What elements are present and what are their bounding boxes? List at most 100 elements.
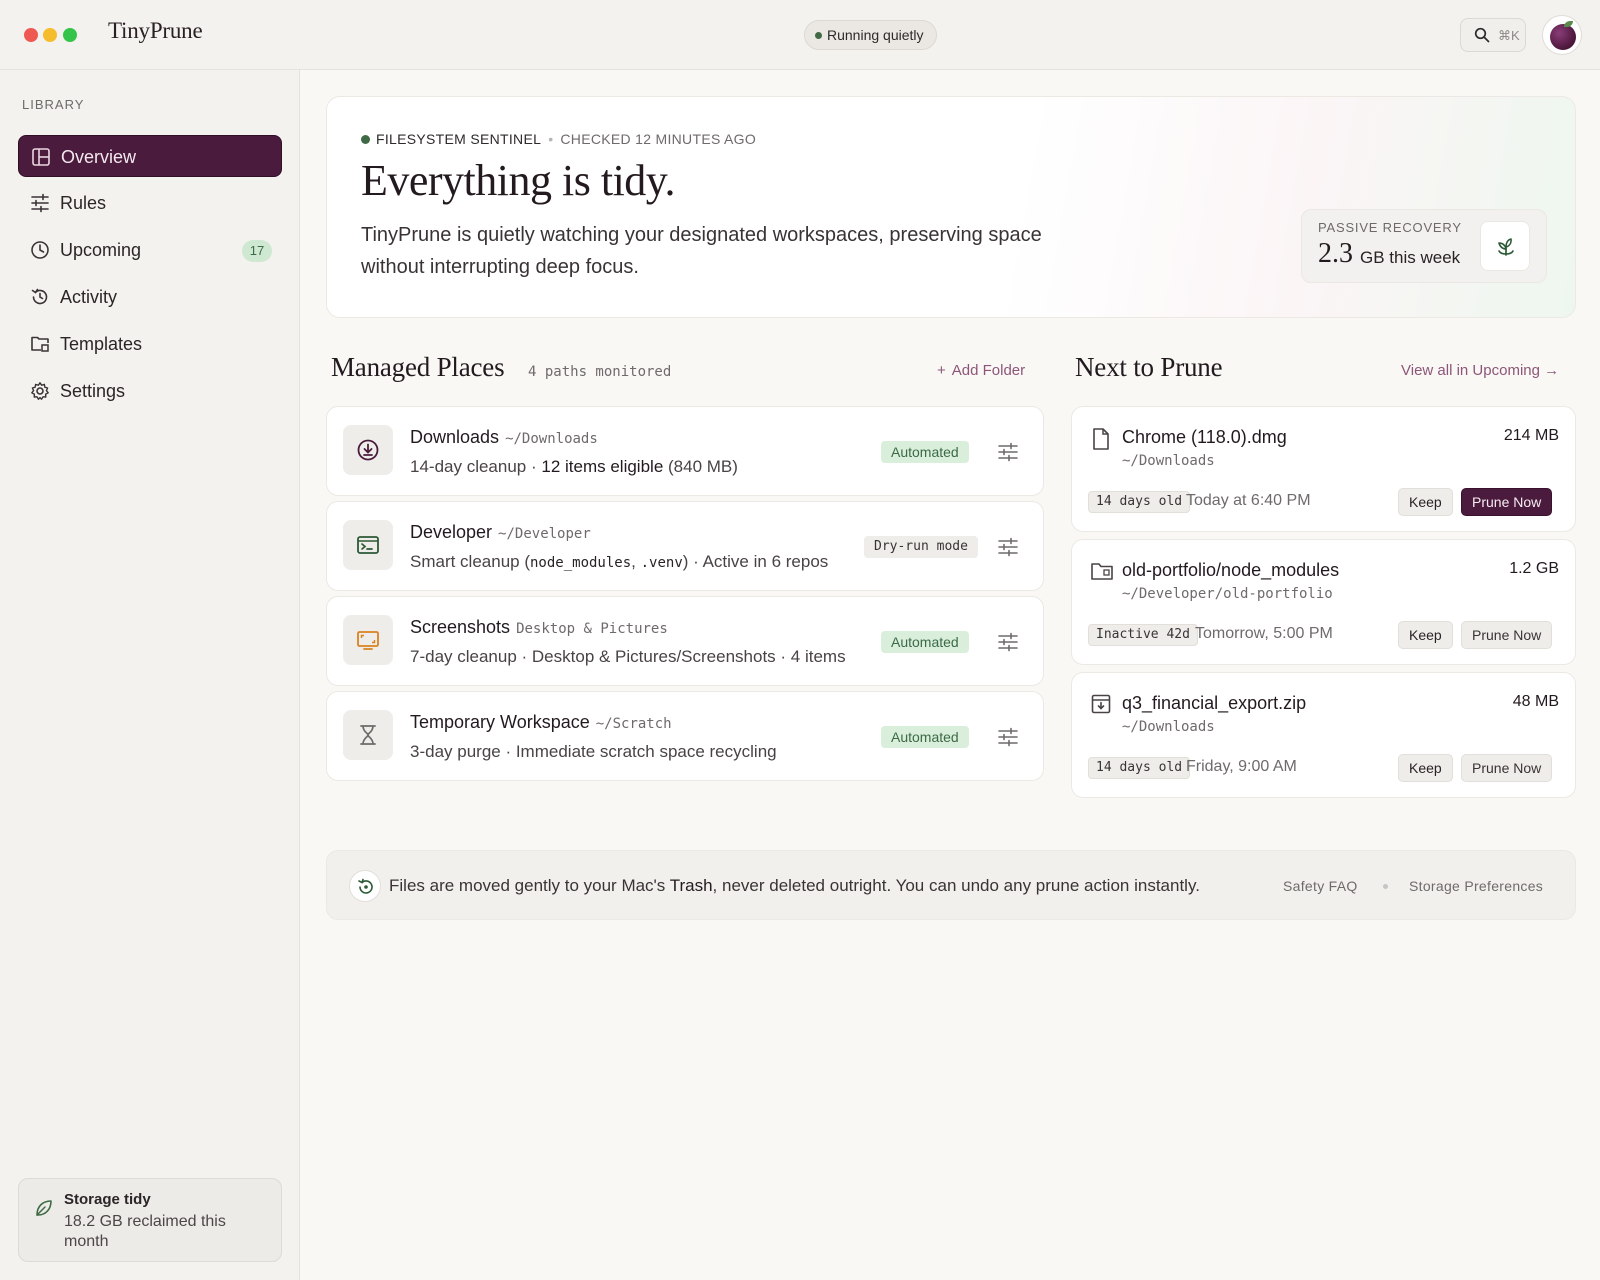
safety-banner: Files are moved gently to your Mac's Tra… bbox=[326, 850, 1576, 920]
place-name: Developer ~/Developer bbox=[410, 522, 591, 542]
title-bar: TinyPrune Running quietly ⌘K bbox=[0, 0, 1600, 70]
prune-item-schedule: Today at 6:40 PM bbox=[1186, 492, 1311, 509]
plus-icon: + bbox=[937, 362, 946, 379]
archive-icon bbox=[1091, 694, 1111, 714]
place-name: Temporary Workspace ~/Scratch bbox=[410, 712, 672, 732]
place-path: ~/Downloads bbox=[505, 431, 598, 447]
status-dot bbox=[361, 135, 370, 144]
sidebar-item-label: Upcoming bbox=[60, 240, 142, 260]
status-hero-card: FILESYSTEM SENTINEL • CHECKED 12 MINUTES A… bbox=[326, 96, 1576, 318]
status-badge: Dry-run mode bbox=[864, 536, 978, 558]
managed-place-developer[interactable]: Developer ~/Developer Smart cleanup (node… bbox=[326, 501, 1044, 591]
storage-summary-card: Storage tidy 18.2 GB reclaimed this mont… bbox=[18, 1178, 282, 1262]
add-folder-label: Add Folder bbox=[951, 362, 1026, 379]
prune-item-size: 214 MB bbox=[1503, 427, 1559, 444]
prune-now-button[interactable]: Prune Now bbox=[1461, 754, 1553, 782]
status-badge: Automated bbox=[881, 631, 969, 653]
view-all-upcoming-link[interactable]: View all in Upcoming → bbox=[1401, 362, 1559, 379]
prune-item-schedule: Friday, 9:00 AM bbox=[1186, 758, 1297, 775]
tune-icon[interactable] bbox=[997, 536, 1019, 558]
sidebar-item-activity[interactable]: Activity bbox=[18, 276, 282, 318]
screenshot-icon bbox=[343, 615, 393, 665]
gear-icon bbox=[31, 382, 49, 400]
sidebar-item-templates[interactable]: Templates bbox=[18, 323, 282, 365]
keep-button[interactable]: Keep bbox=[1398, 621, 1453, 649]
keep-button[interactable]: Keep bbox=[1398, 488, 1453, 516]
download-icon bbox=[343, 425, 393, 475]
prune-now-button[interactable]: Prune Now bbox=[1461, 488, 1553, 516]
prune-item-size: 1.2 GB bbox=[1509, 560, 1559, 577]
status-badge: Automated bbox=[881, 726, 969, 748]
place-path: ~/Scratch bbox=[595, 716, 672, 732]
place-description: 14-day cleanup · 12 items eligible (840 … bbox=[410, 457, 738, 476]
prune-item-age: Inactive 42d bbox=[1088, 624, 1198, 646]
separator-dot bbox=[1383, 884, 1388, 889]
managed-places-title: Managed Places bbox=[331, 352, 505, 382]
sprout-icon bbox=[1498, 238, 1514, 256]
keep-button[interactable]: Keep bbox=[1398, 754, 1453, 782]
prune-item-path: ~/Developer/old-portfolio bbox=[1122, 586, 1333, 602]
place-path: ~/Developer bbox=[498, 526, 591, 542]
sidebar-item-label: Overview bbox=[61, 147, 137, 167]
search-shortcut: ⌘K bbox=[1498, 28, 1520, 43]
hero-eyebrow: FILESYSTEM SENTINEL • CHECKED 12 MINUTES A… bbox=[361, 131, 756, 147]
restore-icon bbox=[349, 870, 381, 902]
prune-item-schedule: Tomorrow, 5:00 PM bbox=[1195, 625, 1333, 642]
leaf-icon bbox=[36, 1200, 52, 1216]
zoom-window-button[interactable] bbox=[63, 28, 77, 42]
status-badge: Automated bbox=[881, 441, 969, 463]
managed-place-temporary-workspace[interactable]: Temporary Workspace ~/Scratch 3-day purge… bbox=[326, 691, 1044, 781]
hero-description: TinyPrune is quietly watching your desig… bbox=[361, 224, 1042, 278]
recovery-unit: GB this week bbox=[1360, 248, 1461, 267]
prune-item-name: Chrome (118.0).dmg bbox=[1122, 427, 1287, 447]
close-window-button[interactable] bbox=[24, 28, 38, 42]
sidebar-item-settings[interactable]: Settings bbox=[18, 370, 282, 412]
place-description: 3-day purge · Immediate scratch space re… bbox=[410, 742, 777, 761]
prune-item: old-portfolio/node_modules ~/Developer/o… bbox=[1071, 539, 1576, 665]
prune-item-name: q3_financial_export.zip bbox=[1122, 693, 1307, 713]
prune-now-button[interactable]: Prune Now bbox=[1461, 621, 1553, 649]
sliders-icon bbox=[31, 193, 49, 213]
place-description: Smart cleanup (node_modules, .venv) · Ac… bbox=[410, 552, 829, 571]
sidebar-item-overview[interactable]: Overview bbox=[18, 135, 282, 177]
sentinel-label: FILESYSTEM SENTINEL bbox=[376, 131, 542, 147]
prune-item: q3_financial_export.zip ~/Downloads 48 M… bbox=[1071, 672, 1576, 798]
search-icon bbox=[1474, 27, 1490, 43]
place-path: Desktop & Pictures bbox=[516, 621, 668, 637]
tune-icon[interactable] bbox=[997, 726, 1019, 748]
storage-summary-subtitle: 18.2 GB reclaimed this month bbox=[64, 1213, 226, 1250]
storage-preferences-link[interactable]: Storage Preferences bbox=[1409, 878, 1543, 894]
sprout-button[interactable] bbox=[1480, 221, 1530, 271]
sidebar-item-label: Activity bbox=[60, 287, 118, 307]
tune-icon[interactable] bbox=[997, 441, 1019, 463]
prune-item-size: 48 MB bbox=[1512, 693, 1559, 710]
minimize-window-button[interactable] bbox=[43, 28, 57, 42]
recovery-label: PASSIVE RECOVERY bbox=[1318, 220, 1462, 235]
avatar[interactable] bbox=[1542, 15, 1582, 55]
managed-place-downloads[interactable]: Downloads ~/Downloads 14-day cleanup · 12… bbox=[326, 406, 1044, 496]
app-title: TinyPrune bbox=[108, 18, 203, 43]
managed-place-screenshots[interactable]: Screenshots Desktop & Pictures 7-day clea… bbox=[326, 596, 1044, 686]
hero-title: Everything is tidy. bbox=[361, 156, 675, 205]
tune-icon[interactable] bbox=[997, 631, 1019, 653]
leaf-icon bbox=[1564, 21, 1573, 27]
add-folder-button[interactable]: + Add Folder bbox=[937, 362, 1025, 379]
search-button[interactable]: ⌘K bbox=[1460, 18, 1526, 52]
recovery-value: 2.3 bbox=[1318, 238, 1353, 269]
clock-icon bbox=[31, 241, 49, 259]
sidebar-item-rules[interactable]: Rules bbox=[18, 182, 282, 224]
layout-icon bbox=[32, 148, 50, 166]
folder-icon bbox=[1091, 563, 1113, 580]
upcoming-count-badge: 17 bbox=[242, 240, 272, 262]
prune-item-path: ~/Downloads bbox=[1122, 719, 1215, 735]
passive-recovery-card: PASSIVE RECOVERY 2.3 GB this week bbox=[1301, 209, 1547, 283]
sidebar: LIBRARY Overview Rules Upcoming 17 Activ… bbox=[0, 70, 300, 1280]
folder-template-icon bbox=[31, 336, 49, 352]
managed-places-count: 4 paths monitored bbox=[528, 364, 672, 380]
sidebar-item-upcoming[interactable]: Upcoming 17 bbox=[18, 229, 282, 271]
prune-item-path: ~/Downloads bbox=[1122, 453, 1215, 469]
sidebar-item-label: Rules bbox=[60, 193, 107, 213]
file-icon bbox=[1093, 428, 1109, 450]
place-name: Screenshots Desktop & Pictures bbox=[410, 617, 668, 637]
safety-faq-link[interactable]: Safety FAQ bbox=[1283, 878, 1358, 894]
